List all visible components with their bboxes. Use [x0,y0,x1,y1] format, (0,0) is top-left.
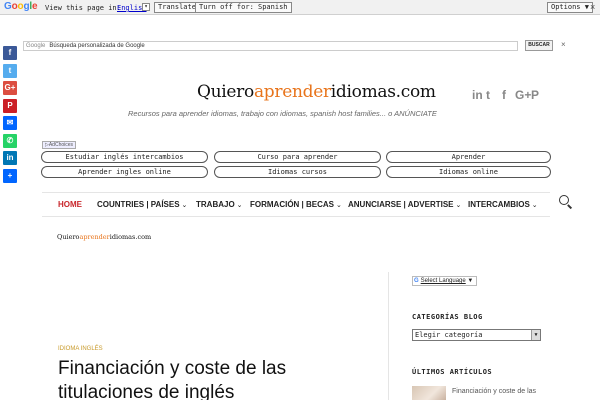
column-divider [388,272,389,400]
chevron-down-icon: ⌄ [181,202,188,209]
facebook-icon[interactable]: f [3,46,17,60]
facebook-icon[interactable]: f [502,88,506,102]
site-logo[interactable]: Quieroaprenderidiomas.com [197,82,436,102]
search-placeholder: Búsqueda personalizada de Google [49,43,145,49]
chevron-down-icon: ⌄ [455,202,462,209]
google-g-icon: G [414,278,419,284]
nav-item-intercambios[interactable]: INTERCAMBIOS ⌄ [468,200,538,209]
nav-item-trabajo[interactable]: TRABAJO ⌄ [196,200,243,209]
nav-item-formacion[interactable]: FORMACIÓN | BECAS ⌄ [250,200,342,209]
site-tagline: Recursos para aprender idiomas, trabajo … [128,109,437,118]
chevron-down-icon: ⌄ [531,202,538,209]
chevron-down-icon: ▼ [467,278,474,284]
close-icon[interactable]: × [590,2,595,12]
recent-article-link[interactable]: Financiación y coste de las [452,388,536,395]
google-logo: Google [4,1,38,12]
nav-divider [42,216,550,217]
email-icon[interactable]: ✉ [3,116,17,130]
pinterest-icon[interactable]: P [3,98,17,113]
social-share-bar: f t G+ P ✉ ✆ in + [3,46,17,186]
google-plus-icon[interactable]: G+ [3,81,17,95]
nav-item-countries[interactable]: COUNTRIES | PAÍSES ⌄ [97,200,187,209]
language-selector[interactable]: G Select Language ▼ [412,276,478,286]
categories-heading: CATEGORÍAS BLOG [412,313,483,321]
nav-divider [42,192,550,193]
linkedin-icon[interactable]: in [472,88,483,102]
twitter-icon[interactable]: t [486,88,490,102]
ad-link[interactable]: Idiomas cursos [214,166,381,178]
close-icon[interactable]: × [561,40,566,49]
ad-link[interactable]: Estudiar inglés intercambios [41,151,208,163]
chevron-down-icon: ▼ [531,330,540,340]
search-input[interactable]: Google Búsqueda personalizada de Google [23,41,518,51]
ad-link[interactable]: Aprender [386,151,551,163]
article-title[interactable]: Financiación y coste de las titulaciones… [58,357,368,400]
whatsapp-icon[interactable]: ✆ [3,133,17,148]
google-translate-bar: Google View this page in: English ▾ Tran… [0,0,600,15]
article-thumbnail[interactable] [412,386,446,400]
search-button[interactable]: BUSCAR [525,40,553,51]
ad-link[interactable]: Curso para aprender [214,151,381,163]
nav-item-home[interactable]: HOME [58,200,82,209]
chevron-down-icon[interactable]: ▾ [142,3,150,11]
ad-link[interactable]: Aprender ingles online [41,166,208,178]
ad-link[interactable]: Idiomas online [386,166,551,178]
turn-off-button[interactable]: Turn off for: Spanish [195,2,292,13]
search-icon[interactable] [559,195,569,205]
linkedin-icon[interactable]: in [3,151,17,165]
chevron-down-icon: ⌄ [336,202,342,209]
pinterest-icon[interactable]: P [531,88,539,102]
small-site-logo[interactable]: Quieroaprenderidiomas.com [57,233,151,241]
options-button[interactable]: Options ▼ [547,2,593,13]
twitter-icon[interactable]: t [3,63,17,78]
article-category[interactable]: IDIOMA INGLÉS [58,346,103,352]
chevron-down-icon: ⌄ [236,202,243,209]
google-plus-icon[interactable]: G+ [515,88,531,102]
adchoices-badge[interactable]: ▷AdChoices [42,141,77,149]
translate-button[interactable]: Translate [154,2,200,13]
share-icon[interactable]: + [3,168,17,183]
category-select[interactable]: Elegir categoría ▼ [412,329,541,341]
google-label: Google [26,43,46,49]
translate-label: View this page in: [45,4,121,12]
nav-item-anunciarse[interactable]: ANUNCIARSE | ADVERTISE ⌄ [348,200,461,209]
recent-articles-heading: ÚLTIMOS ARTÍCULOS [412,368,493,376]
